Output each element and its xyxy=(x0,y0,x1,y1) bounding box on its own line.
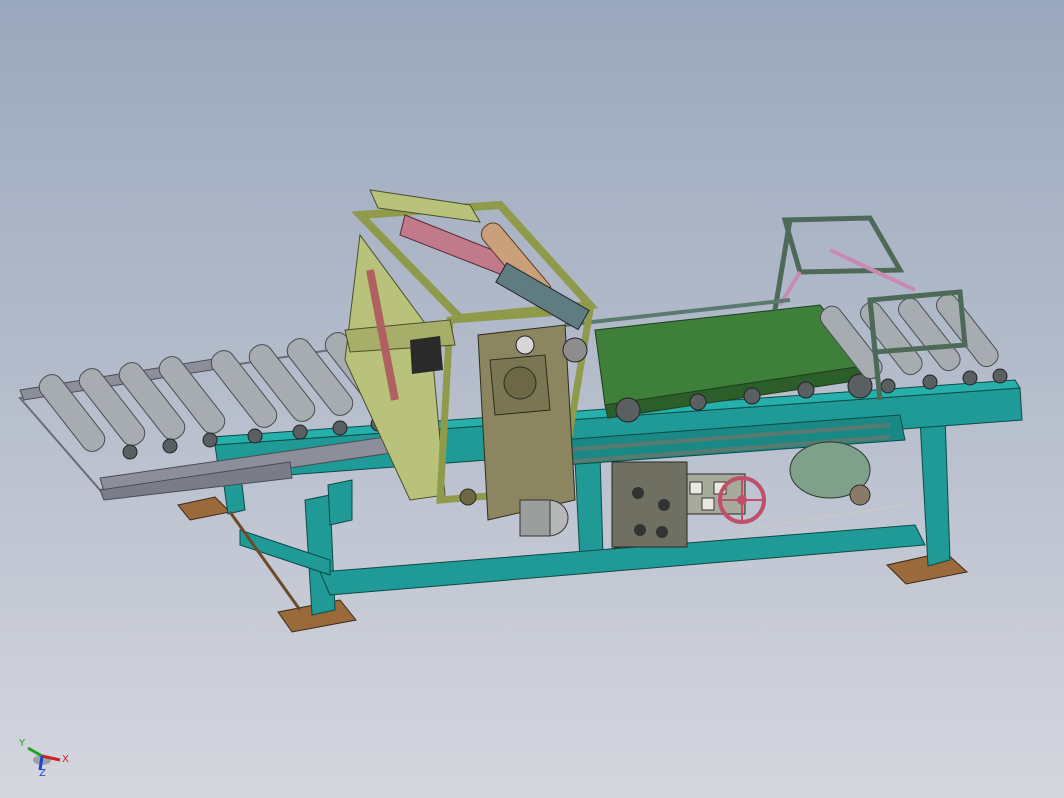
axis-y-label: Y xyxy=(19,738,26,749)
axis-z-label: Z xyxy=(39,768,46,779)
cad-viewport[interactable]: X Y Z xyxy=(0,0,1064,798)
control-switch-1 xyxy=(689,481,703,495)
machine-3d-model[interactable] xyxy=(0,0,1064,798)
saw-motor xyxy=(519,499,569,537)
valve-block xyxy=(611,461,688,548)
handwheel-icon[interactable] xyxy=(718,476,766,524)
coordinate-triad: X Y Z xyxy=(12,734,82,784)
axis-x-label: X xyxy=(62,754,69,765)
control-switch-3 xyxy=(701,497,715,511)
drive-motor xyxy=(739,441,906,531)
